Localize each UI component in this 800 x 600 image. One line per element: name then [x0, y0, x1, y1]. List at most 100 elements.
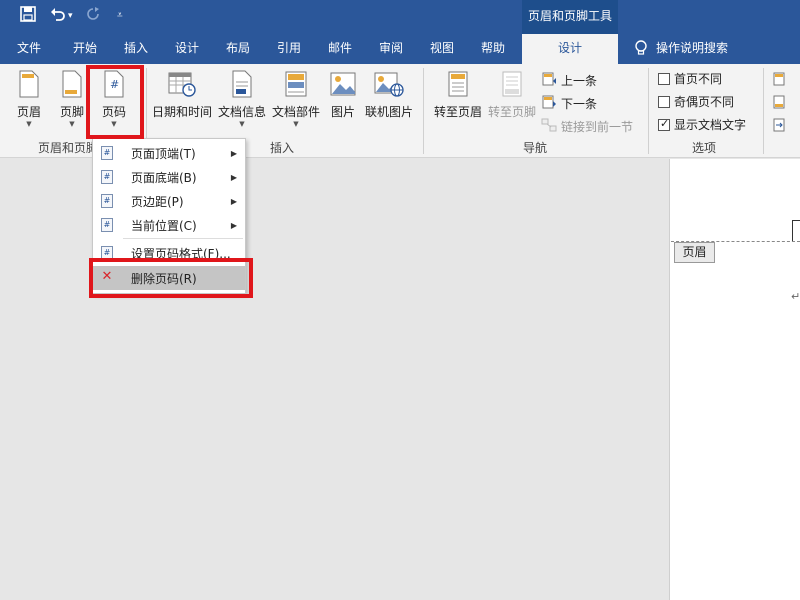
lightbulb-icon: [632, 34, 650, 64]
doc-info-label: 文档信息: [217, 105, 266, 119]
document-page[interactable]: [669, 159, 800, 600]
diff-first-page-option[interactable]: 首页不同: [658, 70, 722, 87]
header-label: 页眉: [16, 105, 41, 119]
header-position-icon[interactable]: [773, 72, 787, 89]
footer-position-icon[interactable]: [773, 95, 787, 112]
tab-layout[interactable]: 布局: [213, 34, 263, 64]
menu-item-label: 当前位置(C): [131, 218, 197, 233]
doc-parts-label: 文档部件: [271, 105, 320, 119]
online-picture-icon: [362, 70, 416, 101]
goto-footer-label: 转至页脚: [487, 105, 536, 119]
tell-me-search[interactable]: 操作说明搜索: [656, 34, 746, 64]
chevron-down-icon: ▼: [239, 120, 245, 128]
date-time-label: 日期和时间: [151, 105, 212, 119]
diff-odd-even-checkbox[interactable]: [658, 95, 670, 108]
previous-section-icon: [541, 71, 557, 90]
ribbon-tabs: 文件 开始 插入 设计 布局 引用 邮件 审阅 视图 帮助 设计 操作说明搜索: [0, 34, 800, 64]
chevron-down-icon: ▼: [26, 120, 32, 128]
header-corner-mark: [792, 220, 800, 242]
previous-button[interactable]: 上一条: [541, 71, 597, 90]
undo-icon[interactable]: [50, 6, 66, 27]
menu-item-label: 设置页码格式(F)...: [131, 246, 231, 261]
menu-separator: [123, 238, 243, 239]
tab-review[interactable]: 审阅: [366, 34, 416, 64]
menu-item-label: 页边距(P): [131, 194, 184, 209]
date-time-button[interactable]: 日期和时间: [150, 70, 214, 120]
chevron-down-icon: ▼: [293, 120, 299, 128]
menu-item-page-margins[interactable]: # 页边距(P) ▶: [93, 189, 245, 213]
menu-item-label: 页面顶端(T): [131, 146, 196, 161]
group-separator: [423, 68, 424, 154]
page-number-icon: #: [96, 70, 132, 101]
menu-item-format-page-numbers[interactable]: # 设置页码格式(F)...: [93, 241, 245, 265]
footer-button[interactable]: 页脚 ▼: [55, 70, 89, 128]
chevron-down-icon: ▼: [111, 120, 117, 128]
diff-odd-even-option[interactable]: 奇偶页不同: [658, 93, 734, 110]
chevron-right-icon: ▶: [230, 172, 237, 182]
diff-first-page-label: 首页不同: [674, 72, 723, 86]
page-margins-icon: #: [101, 194, 113, 208]
show-doc-text-checkbox[interactable]: [658, 117, 670, 131]
link-previous-label: 链接到前一节: [561, 120, 634, 134]
goto-footer-button[interactable]: 转至页脚: [485, 70, 539, 120]
online-picture-label: 联机图片: [364, 105, 413, 119]
format-page-number-icon: #: [101, 246, 113, 260]
save-icon[interactable]: [20, 6, 36, 27]
menu-item-bottom-of-page[interactable]: # 页面底端(B) ▶: [93, 165, 245, 189]
link-previous-button[interactable]: 链接到前一节: [541, 117, 633, 136]
chevron-right-icon: ▶: [230, 196, 237, 206]
tab-references[interactable]: 引用: [264, 34, 314, 64]
chevron-right-icon: ▶: [230, 220, 237, 230]
doc-parts-button[interactable]: 文档部件 ▼: [270, 70, 322, 128]
online-picture-button[interactable]: 联机图片: [362, 70, 416, 120]
remove-page-number-icon: ✕: [101, 269, 113, 284]
menu-item-current-position[interactable]: # 当前位置(C) ▶: [93, 213, 245, 237]
calendar-clock-icon: [150, 70, 214, 101]
diff-first-page-checkbox[interactable]: [658, 72, 670, 85]
title-bar: ▾ ⩡ 页眉和页脚工具: [0, 0, 800, 34]
header-button[interactable]: 页眉 ▼: [12, 70, 46, 128]
doc-info-button[interactable]: 文档信息 ▼: [216, 70, 268, 128]
undo-dropdown-icon[interactable]: ▾: [68, 6, 73, 26]
page-bottom-icon: #: [101, 170, 113, 184]
group-label-navigation: 导航: [523, 141, 548, 155]
next-section-icon: [541, 94, 557, 113]
tab-help[interactable]: 帮助: [468, 34, 518, 64]
page-top-icon: #: [101, 146, 113, 160]
picture-label: 图片: [330, 105, 355, 119]
goto-header-button[interactable]: 转至页眉: [431, 70, 485, 120]
paragraph-mark: ↵: [791, 290, 800, 303]
tab-view[interactable]: 视图: [417, 34, 467, 64]
diff-odd-even-label: 奇偶页不同: [674, 95, 735, 109]
doc-parts-icon: [270, 70, 322, 101]
tab-home[interactable]: 开始: [60, 34, 110, 64]
tab-design[interactable]: 设计: [162, 34, 212, 64]
redo-icon[interactable]: [86, 6, 100, 27]
page-number-button[interactable]: # 页码 ▼: [96, 70, 132, 128]
group-label-options: 选项: [692, 141, 717, 155]
chevron-down-icon: ▼: [69, 120, 75, 128]
group-label-insert: 插入: [270, 141, 295, 155]
menu-item-top-of-page[interactable]: # 页面顶端(T) ▶: [93, 141, 245, 165]
group-label-header-footer: 页眉和页脚: [38, 141, 99, 155]
page-number-label: 页码: [101, 105, 126, 119]
footer-icon: [55, 70, 89, 101]
next-button[interactable]: 下一条: [541, 94, 597, 113]
menu-item-remove-page-numbers[interactable]: ✕ 删除页码(R): [93, 266, 245, 290]
page-number-dropdown: # 页面顶端(T) ▶ # 页面底端(B) ▶ # 页边距(P) ▶ # 当前位…: [92, 138, 246, 294]
tab-file[interactable]: 文件: [4, 34, 54, 64]
menu-item-label: 删除页码(R): [131, 271, 197, 286]
goto-footer-icon: [485, 70, 539, 101]
previous-label: 上一条: [561, 74, 598, 88]
show-doc-text-option[interactable]: 显示文档文字: [658, 116, 746, 133]
picture-button[interactable]: 图片: [326, 70, 360, 120]
group-separator: [648, 68, 649, 154]
tab-insert[interactable]: 插入: [111, 34, 161, 64]
customize-qat-icon[interactable]: ⩡: [117, 6, 123, 26]
tab-mailings[interactable]: 邮件: [315, 34, 365, 64]
insert-alignment-tab-icon[interactable]: [773, 118, 787, 135]
tab-hf-design[interactable]: 设计: [522, 34, 618, 64]
goto-header-label: 转至页眉: [433, 105, 482, 119]
chevron-right-icon: ▶: [230, 148, 237, 158]
svg-text:#: #: [110, 78, 119, 91]
